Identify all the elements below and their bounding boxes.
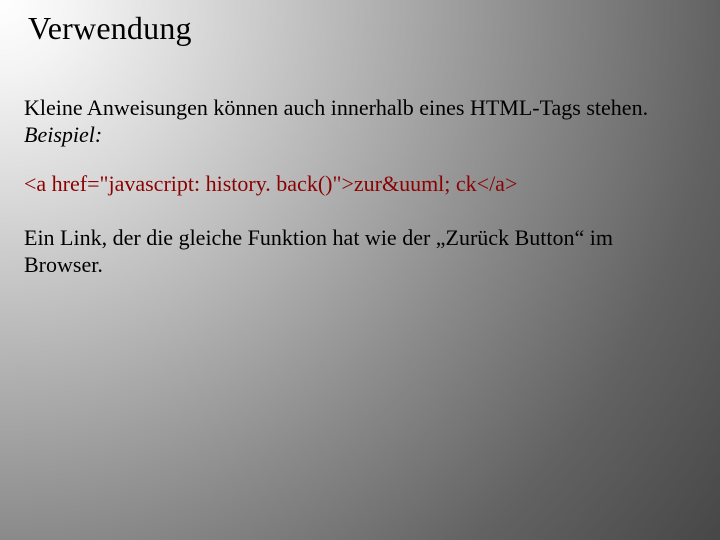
slide-title: Verwendung: [28, 10, 696, 47]
code-example: <a href="javascript: history. back()">zu…: [24, 171, 696, 197]
intro-example-label: Beispiel:: [24, 122, 102, 147]
intro-text: Kleine Anweisungen können auch innerhalb…: [24, 95, 648, 120]
explanation-paragraph: Ein Link, der die gleiche Funktion hat w…: [24, 225, 696, 279]
slide: Verwendung Kleine Anweisungen können auc…: [0, 0, 720, 540]
intro-paragraph: Kleine Anweisungen können auch innerhalb…: [24, 95, 696, 149]
